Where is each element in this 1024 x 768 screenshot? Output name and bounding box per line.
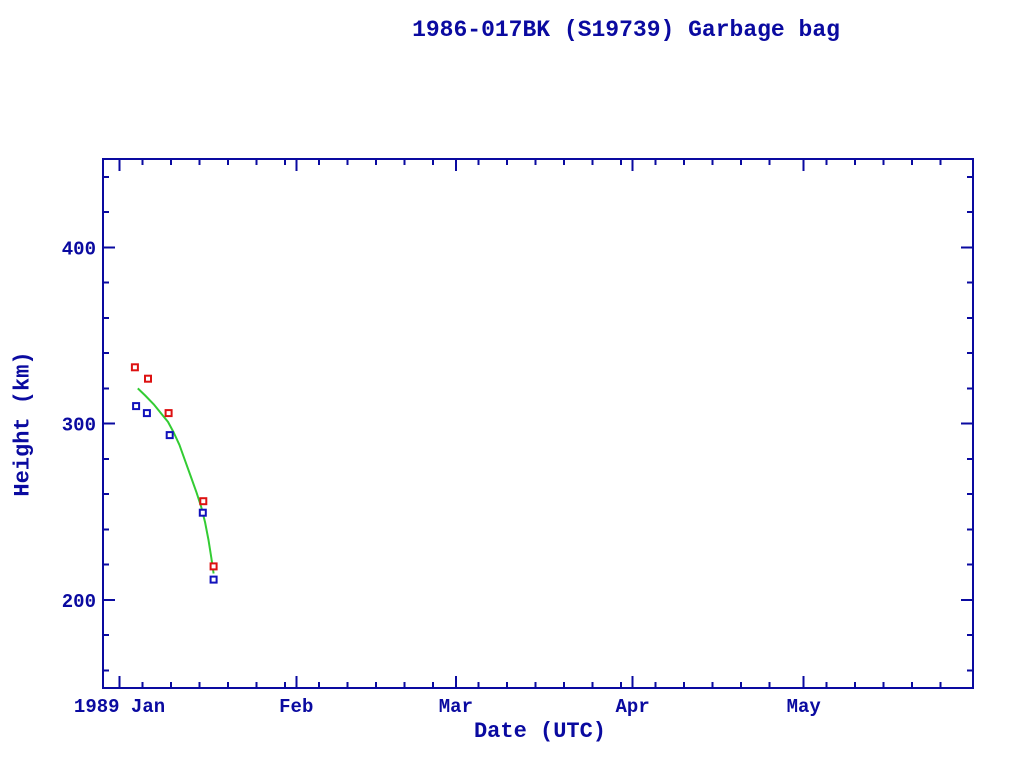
decay-chart-page: 1986-017BK (S19739) Garbage bag Height (… (0, 0, 1024, 768)
apogee-height-marker (211, 563, 217, 569)
y-tick-label: 200 (62, 591, 96, 613)
perigee-height-marker (211, 577, 217, 583)
x-tick-label: Feb (279, 696, 313, 718)
x-axis-title: Date (UTC) (474, 719, 606, 744)
apogee-height-marker (200, 498, 206, 504)
plot-frame (103, 159, 973, 688)
apogee-height-marker (166, 410, 172, 416)
apogee-height-marker (145, 376, 151, 382)
x-tick-label: Mar (439, 696, 473, 718)
axis-ticks (104, 160, 972, 687)
perigee-height-marker (144, 410, 150, 416)
perigee-height-marker (133, 403, 139, 409)
perigee-height-series (133, 403, 217, 582)
x-tick-label: 1989 Jan (74, 696, 165, 718)
x-tick-label: Apr (616, 696, 650, 718)
orbit-decay-plot: 1989 Jan Feb Mar Apr May 200 300 400 (0, 0, 1024, 768)
y-tick-label: 300 (62, 415, 96, 437)
axis-tick-labels: 1989 Jan Feb Mar Apr May 200 300 400 (62, 238, 822, 718)
apogee-height-marker (132, 364, 138, 370)
y-tick-label: 400 (62, 238, 96, 260)
x-tick-label: May (787, 696, 822, 718)
perigee-height-marker (200, 510, 206, 516)
perigee-height-marker (167, 432, 173, 438)
